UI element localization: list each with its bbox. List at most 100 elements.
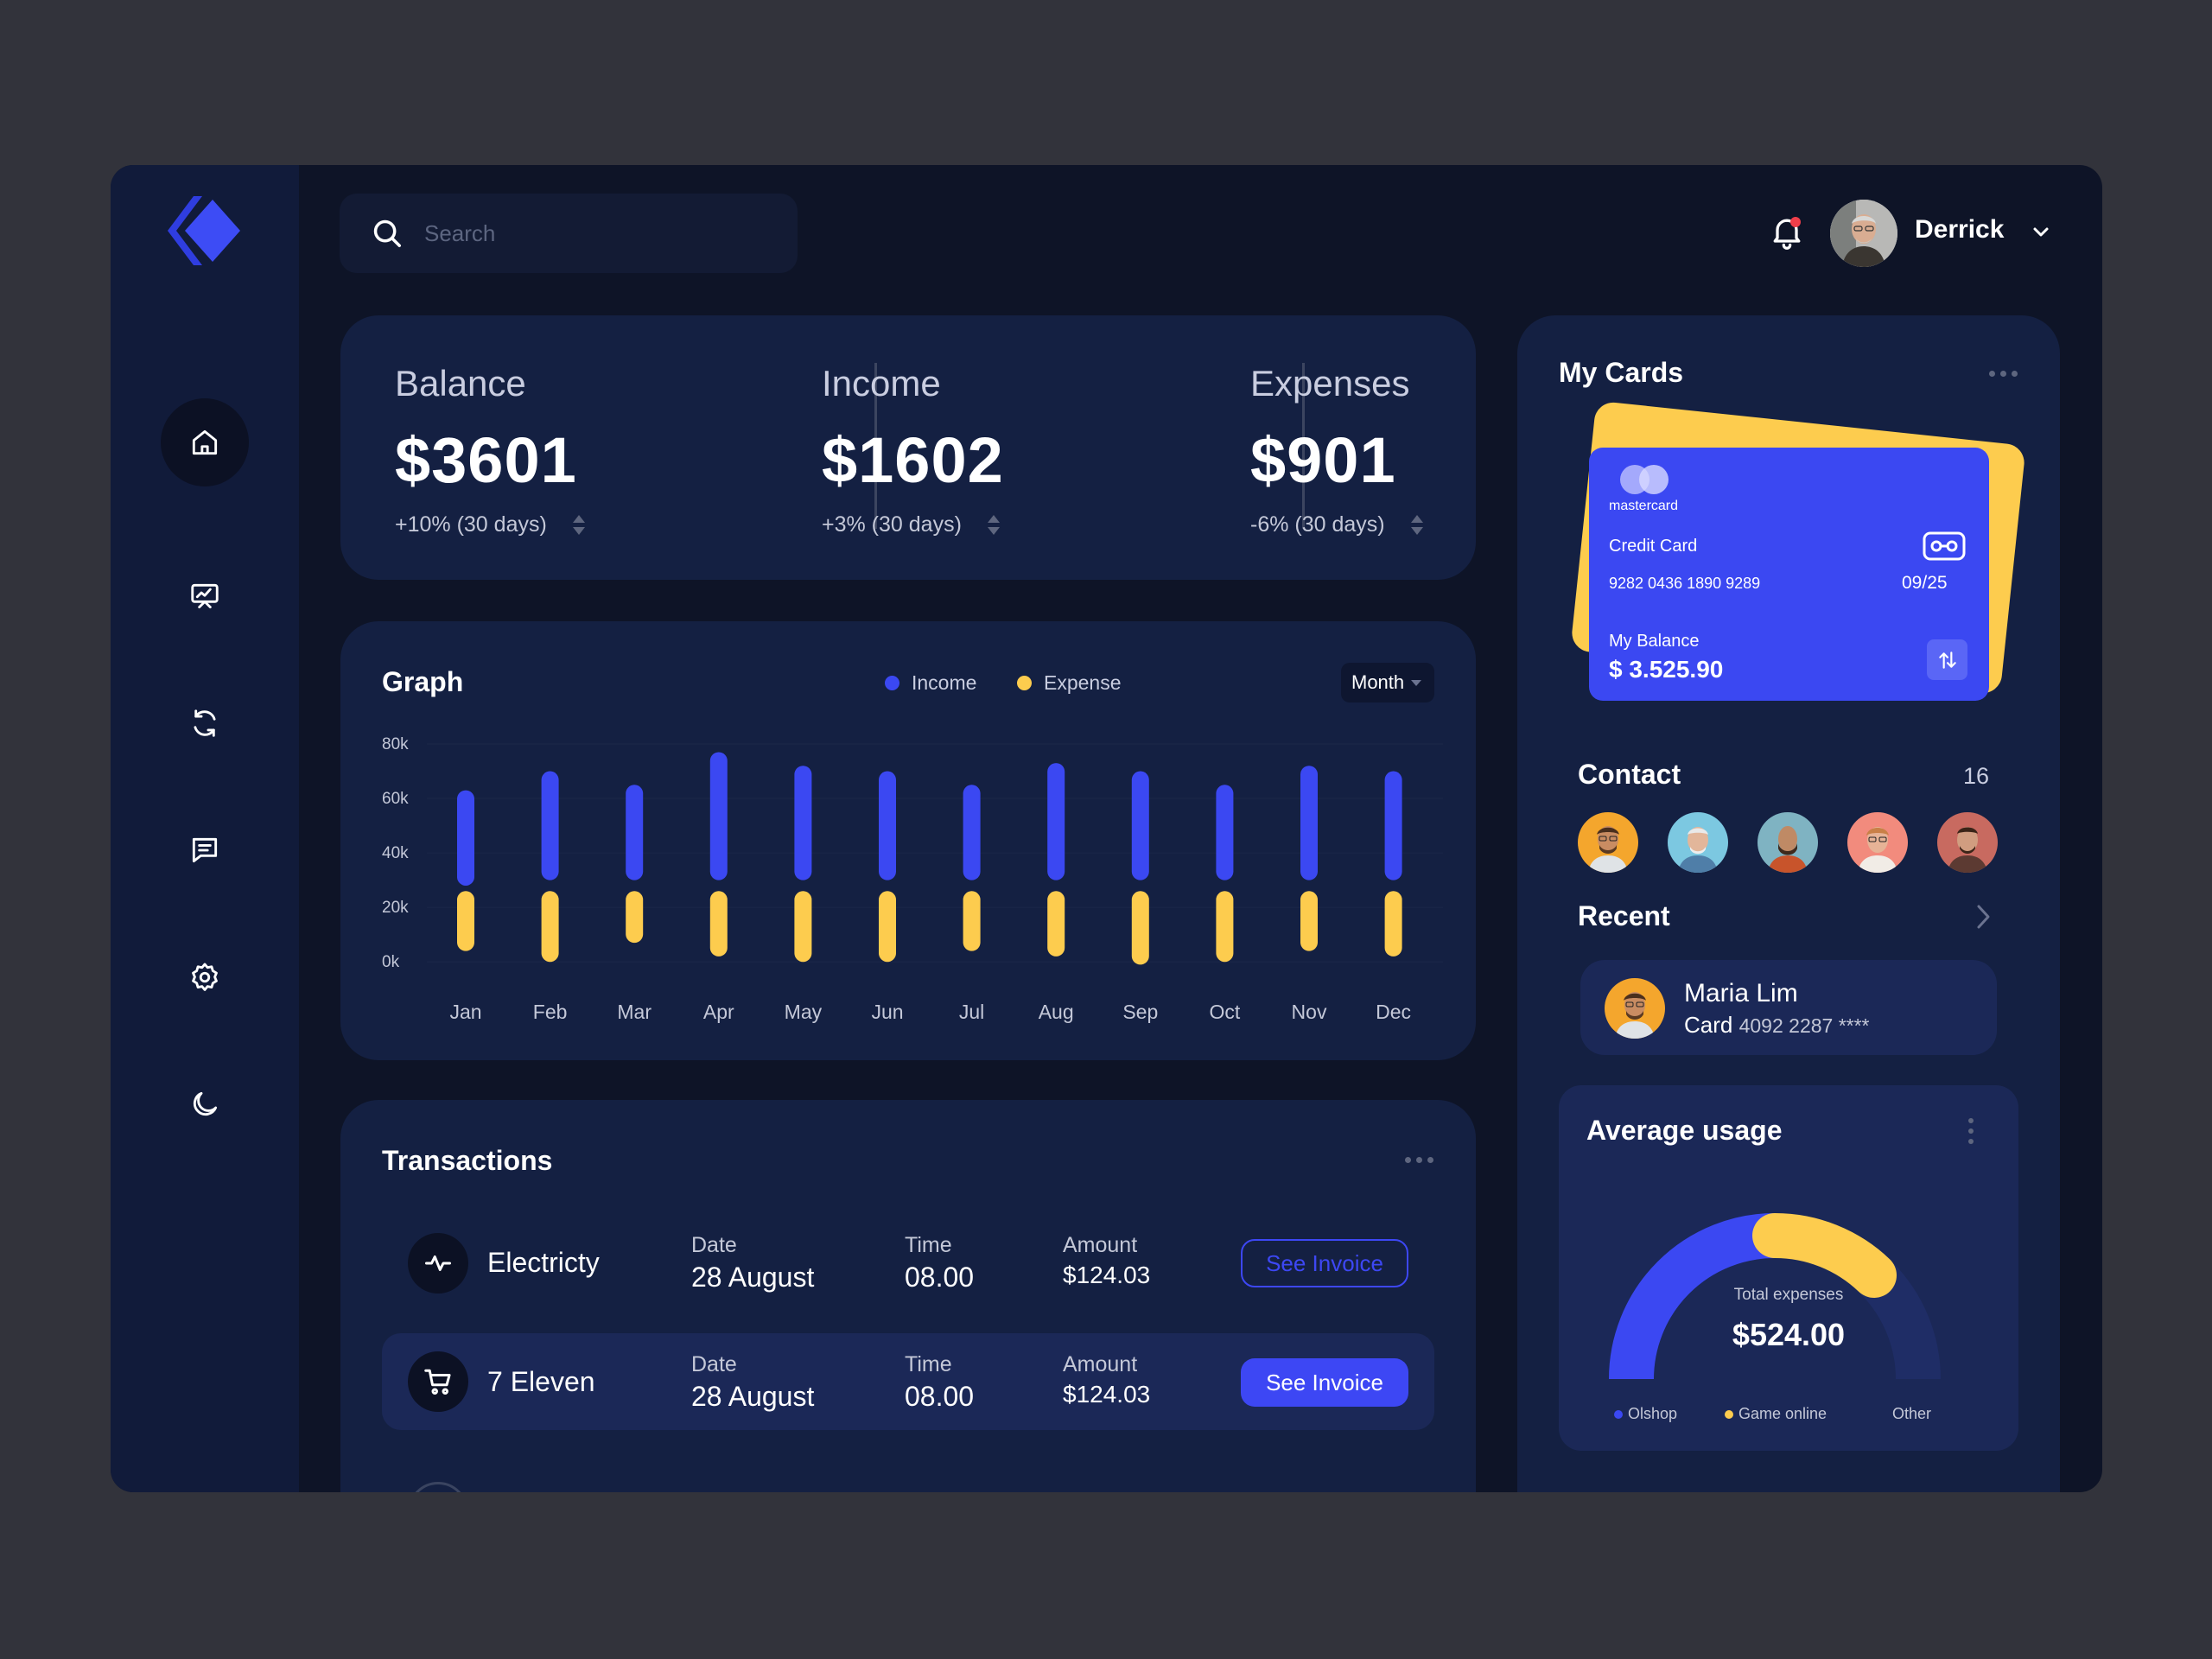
- contact-avatar[interactable]: [1937, 812, 1998, 873]
- bar-income-nov[interactable]: [1300, 766, 1318, 880]
- tx-time-label: Time: [905, 1352, 952, 1376]
- stat-change: +3% (30 days): [822, 512, 1004, 537]
- x-tick-label: Sep: [1122, 1001, 1158, 1023]
- bar-income-feb[interactable]: [541, 771, 559, 880]
- bar-income-apr[interactable]: [709, 752, 728, 880]
- usage-legend-label: Game online: [1738, 1405, 1827, 1422]
- stat-change-text: -6% (30 days): [1250, 512, 1385, 537]
- income-stat: Income $1602 +3% (30 days): [822, 363, 1004, 537]
- recent-title: Recent: [1578, 900, 1670, 931]
- stat-label: Income: [822, 363, 941, 404]
- transfer-button[interactable]: [1927, 639, 1967, 680]
- more-options-vertical-icon[interactable]: [1968, 1118, 1974, 1144]
- gear-icon: [192, 963, 218, 991]
- user-name[interactable]: Derrick: [1915, 215, 2004, 245]
- sidebar: [111, 165, 299, 1492]
- stat-label: Balance: [395, 363, 526, 404]
- transaction-row[interactable]: Electricty Date 28 August Time 08.00 Amo…: [382, 1202, 1434, 1299]
- stats-card: Balance $3601 +10% (30 days) Income $160…: [340, 315, 1476, 580]
- sort-arrows-icon[interactable]: [987, 515, 1000, 535]
- bar-expense-may[interactable]: [794, 891, 812, 963]
- contact-avatar[interactable]: [1668, 812, 1728, 873]
- logo-icon[interactable]: [164, 196, 242, 265]
- nav-dark-mode[interactable]: [161, 1060, 249, 1148]
- usage-legend-game-online: Game online: [1725, 1405, 1827, 1423]
- tx-time-value: 08.00: [905, 1381, 975, 1412]
- nav-presentation[interactable]: [161, 552, 249, 640]
- contact-avatar[interactable]: [1578, 812, 1638, 873]
- credit-card[interactable]: mastercard Credit Card 9282 0436 1890 92…: [1589, 448, 1989, 701]
- bar-income-sep[interactable]: [1131, 771, 1149, 880]
- stat-label: Expenses: [1250, 363, 1410, 404]
- notification-dot: [1790, 217, 1801, 227]
- expenses-stat: Expenses $901 -6% (30 days): [1250, 363, 1423, 537]
- transaction-row[interactable]: 7 Eleven Date 28 August Time 08.00 Amoun…: [382, 1333, 1434, 1430]
- bar-income-jul[interactable]: [963, 785, 981, 880]
- contact-avatar[interactable]: [1758, 812, 1818, 873]
- card-number: 9282 0436 1890 9289: [1609, 575, 1761, 592]
- search-input[interactable]: [424, 219, 770, 247]
- stat-change: -6% (30 days): [1250, 512, 1423, 537]
- bar-expense-jul[interactable]: [963, 891, 981, 951]
- chevron-right-icon[interactable]: [1973, 902, 1993, 931]
- bar-income-mar[interactable]: [626, 785, 644, 880]
- sort-arrows-icon[interactable]: [572, 515, 585, 535]
- search-bar[interactable]: [340, 194, 798, 273]
- tx-amount-label: Amount: [1063, 1352, 1138, 1376]
- total-expenses-label: Total expenses: [1733, 1286, 1844, 1304]
- bar-income-oct[interactable]: [1216, 785, 1234, 880]
- bar-expense-apr[interactable]: [709, 891, 728, 957]
- swap-icon: [1938, 651, 1956, 669]
- transactions-card: Transactions Electricty Date 28 August T…: [340, 1100, 1476, 1492]
- see-invoice-button[interactable]: See Invoice: [1241, 1358, 1408, 1407]
- card-expiry: 09/25: [1902, 573, 1948, 593]
- bar-expense-sep[interactable]: [1131, 891, 1149, 965]
- nav-messages[interactable]: [161, 806, 249, 894]
- transactions-title: Transactions: [382, 1145, 553, 1176]
- tx-time-label: Time: [905, 1233, 952, 1257]
- notification-bell-icon[interactable]: [1768, 213, 1806, 251]
- bar-income-jan[interactable]: [457, 790, 474, 886]
- tx-date-value: 28 August: [691, 1381, 815, 1412]
- bar-expense-dec[interactable]: [1384, 891, 1402, 957]
- sort-arrows-icon[interactable]: [1410, 515, 1423, 535]
- bar-income-aug[interactable]: [1047, 763, 1065, 880]
- bar-expense-feb[interactable]: [541, 891, 559, 963]
- stat-change: +10% (30 days): [395, 512, 585, 537]
- usage-legend-label: Other: [1892, 1405, 1932, 1422]
- see-invoice-button[interactable]: See Invoice: [1241, 1239, 1408, 1287]
- tx-amount: Amount $124.03: [1063, 1233, 1150, 1289]
- chevron-down-icon[interactable]: [2031, 224, 2051, 241]
- nav-refresh[interactable]: [161, 679, 249, 767]
- tx-icon-wrap: [408, 1351, 468, 1412]
- bar-expense-aug[interactable]: [1047, 891, 1065, 957]
- transaction-row-partial: [408, 1482, 468, 1492]
- card-balance-label: My Balance: [1609, 632, 1700, 651]
- card-brand: mastercard: [1609, 499, 1679, 513]
- nav-settings[interactable]: [161, 933, 249, 1021]
- more-options-icon[interactable]: [1989, 371, 2018, 377]
- bar-expense-jan[interactable]: [457, 891, 474, 951]
- x-tick-label: Jan: [449, 1001, 481, 1023]
- bar-income-may[interactable]: [794, 766, 812, 880]
- bar-expense-nov[interactable]: [1300, 891, 1318, 951]
- search-icon: [373, 219, 401, 247]
- recent-card-label: Card: [1684, 1012, 1733, 1038]
- contact-avatar[interactable]: [1847, 812, 1908, 873]
- stat-change-text: +3% (30 days): [822, 512, 962, 537]
- more-options-icon[interactable]: [1405, 1157, 1433, 1163]
- usage-legend-other: Other: [1892, 1405, 1931, 1423]
- nav-home[interactable]: [161, 398, 249, 486]
- bar-income-jun[interactable]: [879, 771, 896, 880]
- bar-income-dec[interactable]: [1384, 771, 1402, 880]
- bar-expense-mar[interactable]: [626, 891, 644, 944]
- user-avatar[interactable]: [1830, 200, 1897, 267]
- y-tick-label: 0k: [382, 953, 400, 971]
- bar-expense-jun[interactable]: [879, 891, 896, 963]
- recent-contact-card[interactable]: Maria Lim Card 4092 2287 ****: [1580, 960, 1997, 1055]
- tx-date: Date 28 August: [691, 1233, 814, 1294]
- refresh-icon: [194, 709, 216, 737]
- tx-icon-wrap: [408, 1233, 468, 1294]
- tx-time: Time 08.00: [905, 1352, 974, 1413]
- bar-expense-oct[interactable]: [1216, 891, 1234, 963]
